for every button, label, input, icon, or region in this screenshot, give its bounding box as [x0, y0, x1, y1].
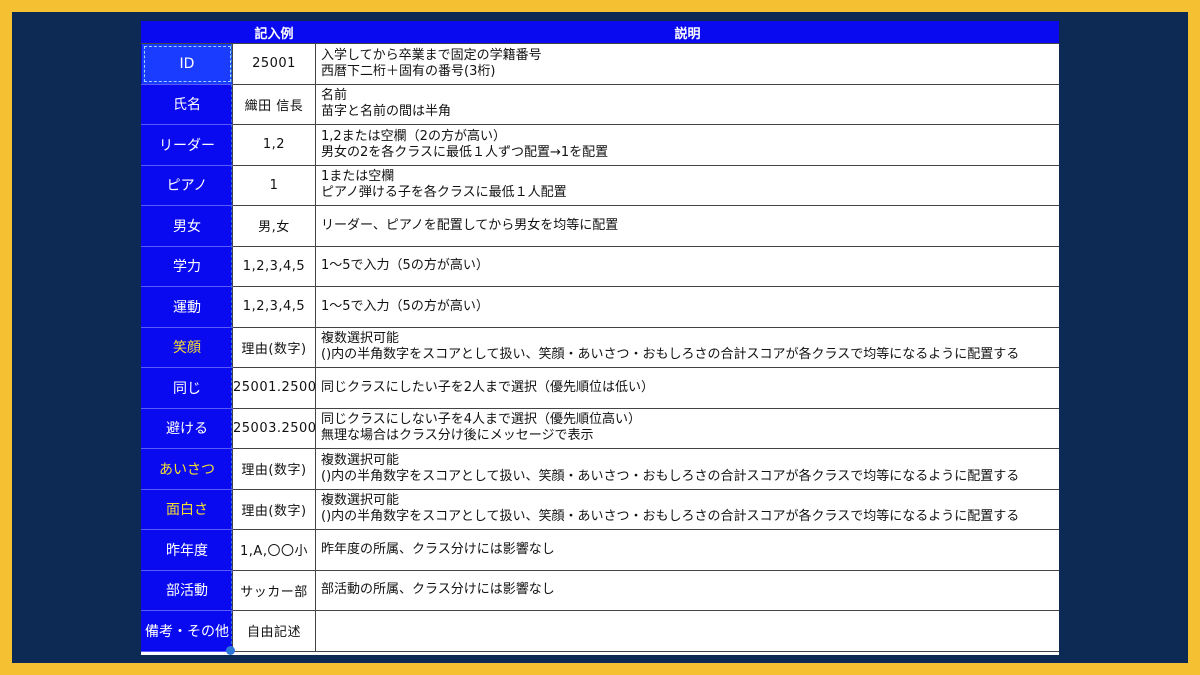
table-row: あいさつ 理由(数字) 複数選択可能 ()内の半角数字をスコアとして扱い、笑顔・あいさ… [141, 448, 1059, 490]
example-cell[interactable]: サッカー部 [232, 569, 316, 611]
example-cell[interactable]: 1 [232, 164, 316, 206]
table-row: ピアノ 1 1または空欄 ピアノ弾ける子を各クラスに最低１人配置 [141, 164, 1059, 206]
example-cell[interactable]: 1,A,〇〇小 [232, 529, 316, 571]
selection-fill-handle[interactable] [226, 646, 235, 655]
description-line: ()内の半角数字をスコアとして扱い、笑顔・あいさつ・おもしろさの合計スコアが各ク… [321, 468, 1020, 484]
header-corner[interactable] [141, 21, 233, 44]
row-label-cell[interactable]: 男女 [141, 205, 233, 247]
description-line: 同じクラスにしたい子を2人まで選択（優先順位は低い） [321, 379, 655, 395]
description-cell[interactable]: 昨年度の所属、クラス分けには影響なし [315, 529, 1059, 571]
table-row: 備考・その他 自由記述 [141, 610, 1059, 652]
example-cell[interactable]: 1,2,3,4,5 [232, 286, 316, 328]
description-cell[interactable]: 1～5で入力（5の方が高い） [315, 245, 1059, 287]
header-description[interactable]: 説明 [315, 21, 1059, 44]
description-line: 複数選択可能 [321, 331, 400, 347]
table-row: 避ける25003.25003同じクラスにしない子を4人まで選択（優先順位高い）無… [141, 407, 1059, 449]
description-line: 名前 [321, 88, 348, 104]
description-line: 1,2または空欄（2の方が高い） [321, 128, 506, 144]
description-cell[interactable]: リーダー、ピアノを配置してから男女を均等に配置 [315, 205, 1059, 247]
description-cell[interactable]: 1～5で入力（5の方が高い） [315, 286, 1059, 328]
table-row: 笑顔 理由(数字) 複数選択可能 ()内の半角数字をスコアとして扱い、笑顔・あいさつ・… [141, 326, 1059, 368]
example-cell[interactable]: 理由(数字) [232, 488, 316, 530]
table-row: リーダー 1,2 1,2または空欄（2の方が高い） 男女の2を各クラスに最低１人ずつ配… [141, 124, 1059, 166]
description-line: 複数選択可能 [321, 452, 400, 468]
description-line: 1～5で入力（5の方が高い） [321, 298, 489, 314]
description-cell[interactable]: 部活動の所属、クラス分けには影響なし [315, 569, 1059, 611]
row-label-cell[interactable]: 氏名 [141, 83, 233, 125]
description-line: 苗字と名前の間は半角 [321, 104, 452, 120]
description-line: 部活動の所属、クラス分けには影響なし [321, 582, 555, 598]
table-row: 学力 1,2,3,4,5 1～5で入力（5の方が高い） [141, 245, 1059, 287]
table-row: 部活動 サッカー部 部活動の所属、クラス分けには影響なし [141, 569, 1059, 611]
table-row: 昨年度 1,A,〇〇小 昨年度の所属、クラス分けには影響なし [141, 529, 1059, 571]
row-label-cell[interactable]: 備考・その他 [141, 610, 233, 652]
description-line: ()内の半角数字をスコアとして扱い、笑顔・あいさつ・おもしろさの合計スコアが各ク… [321, 509, 1020, 525]
description-line: 1または空欄 [321, 169, 395, 185]
description-line: 入学してから卒業まで固定の学籍番号 [321, 47, 542, 63]
table-row: 男女 男,女 リーダー、ピアノを配置してから男女を均等に配置 [141, 205, 1059, 247]
example-cell[interactable]: 自由記述 [232, 610, 316, 652]
row-label-cell[interactable]: 同じ [141, 367, 233, 409]
row-label-cell[interactable]: 昨年度 [141, 529, 233, 571]
header-row: 記入例 説明 [141, 21, 1059, 44]
description-line: ()内の半角数字をスコアとして扱い、笑顔・あいさつ・おもしろさの合計スコアが各ク… [321, 347, 1020, 363]
description-line: 昨年度の所属、クラス分けには影響なし [321, 541, 555, 557]
row-label-cell[interactable]: 避ける [141, 407, 233, 449]
example-cell[interactable]: 理由(数字) [232, 326, 316, 368]
table-row: ID 25001 入学してから卒業まで固定の学籍番号 西暦下二桁＋固有の番号(3桁) [141, 43, 1059, 85]
table-row: 運動 1,2,3,4,5 1～5で入力（5の方が高い） [141, 286, 1059, 328]
description-cell[interactable]: 名前 苗字と名前の間は半角 [315, 83, 1059, 125]
row-label-cell[interactable]: 運動 [141, 286, 233, 328]
description-cell[interactable]: 1,2または空欄（2の方が高い） 男女の2を各クラスに最低１人ずつ配置→1を配置 [315, 124, 1059, 166]
description-line: 男女の2を各クラスに最低１人ずつ配置→1を配置 [321, 144, 609, 160]
description-cell[interactable]: 複数選択可能 ()内の半角数字をスコアとして扱い、笑顔・あいさつ・おもしろさの合計… [315, 448, 1059, 490]
table-row: 面白さ 理由(数字) 複数選択可能 ()内の半角数字をスコアとして扱い、笑顔・あいさつ… [141, 488, 1059, 530]
description-cell[interactable]: 複数選択可能 ()内の半角数字をスコアとして扱い、笑顔・あいさつ・おもしろさの合計… [315, 326, 1059, 368]
example-cell[interactable]: 25001 [232, 43, 316, 85]
selection-border [231, 44, 232, 654]
description-cell[interactable]: 同じクラスにしない子を4人まで選択（優先順位高い） 無理な場合はクラス分け後にメッ… [315, 407, 1059, 449]
example-cell[interactable]: 25003.25003 [232, 407, 316, 449]
description-line: 複数選択可能 [321, 493, 400, 509]
description-line: 同じクラスにしない子を4人まで選択（優先順位高い） [321, 412, 642, 428]
row-label-cell[interactable]: あいさつ [141, 448, 233, 490]
row-label-cell[interactable]: 部活動 [141, 569, 233, 611]
spreadsheet: 記入例 説明 ID 25001 入学してから卒業まで固定の学籍番号 西暦下二桁＋固有の… [141, 21, 1059, 655]
header-example[interactable]: 記入例 [232, 21, 316, 44]
description-line: リーダー、ピアノを配置してから男女を均等に配置 [321, 217, 619, 233]
example-cell[interactable]: 1,2 [232, 124, 316, 166]
description-line: ピアノ弾ける子を各クラスに最低１人配置 [321, 185, 567, 201]
example-cell[interactable]: 男,女 [232, 205, 316, 247]
description-line: 無理な場合はクラス分け後にメッセージで表示 [321, 428, 594, 444]
description-cell[interactable]: 1または空欄 ピアノ弾ける子を各クラスに最低１人配置 [315, 164, 1059, 206]
example-cell[interactable]: 1,2,3,4,5 [232, 245, 316, 287]
row-label-cell[interactable]: 面白さ [141, 488, 233, 530]
description-cell[interactable]: 複数選択可能 ()内の半角数字をスコアとして扱い、笑顔・あいさつ・おもしろさの合計… [315, 488, 1059, 530]
row-label-cell[interactable]: ID [141, 43, 233, 85]
row-label-cell[interactable]: リーダー [141, 124, 233, 166]
description-cell[interactable]: 同じクラスにしたい子を2人まで選択（優先順位は低い） [315, 367, 1059, 409]
description-line: 西暦下二桁＋固有の番号(3桁) [321, 63, 496, 79]
example-cell[interactable]: 理由(数字) [232, 448, 316, 490]
description-cell[interactable] [315, 610, 1059, 652]
table-row: 同じ25001.25002 同じクラスにしたい子を2人まで選択（優先順位は低い） [141, 367, 1059, 409]
description-line: 1～5で入力（5の方が高い） [321, 258, 489, 274]
example-cell[interactable]: 織田 信長 [232, 83, 316, 125]
example-cell[interactable]: 25001.25002 [232, 367, 316, 409]
row-label-cell[interactable]: 笑顔 [141, 326, 233, 368]
row-label-cell[interactable]: ピアノ [141, 164, 233, 206]
description-cell[interactable]: 入学してから卒業まで固定の学籍番号 西暦下二桁＋固有の番号(3桁) [315, 43, 1059, 85]
row-label-cell[interactable]: 学力 [141, 245, 233, 287]
field-table: 記入例 説明 ID 25001 入学してから卒業まで固定の学籍番号 西暦下二桁＋固有の… [141, 21, 1059, 652]
table-row: 氏名 織田 信長 名前 苗字と名前の間は半角 [141, 83, 1059, 125]
